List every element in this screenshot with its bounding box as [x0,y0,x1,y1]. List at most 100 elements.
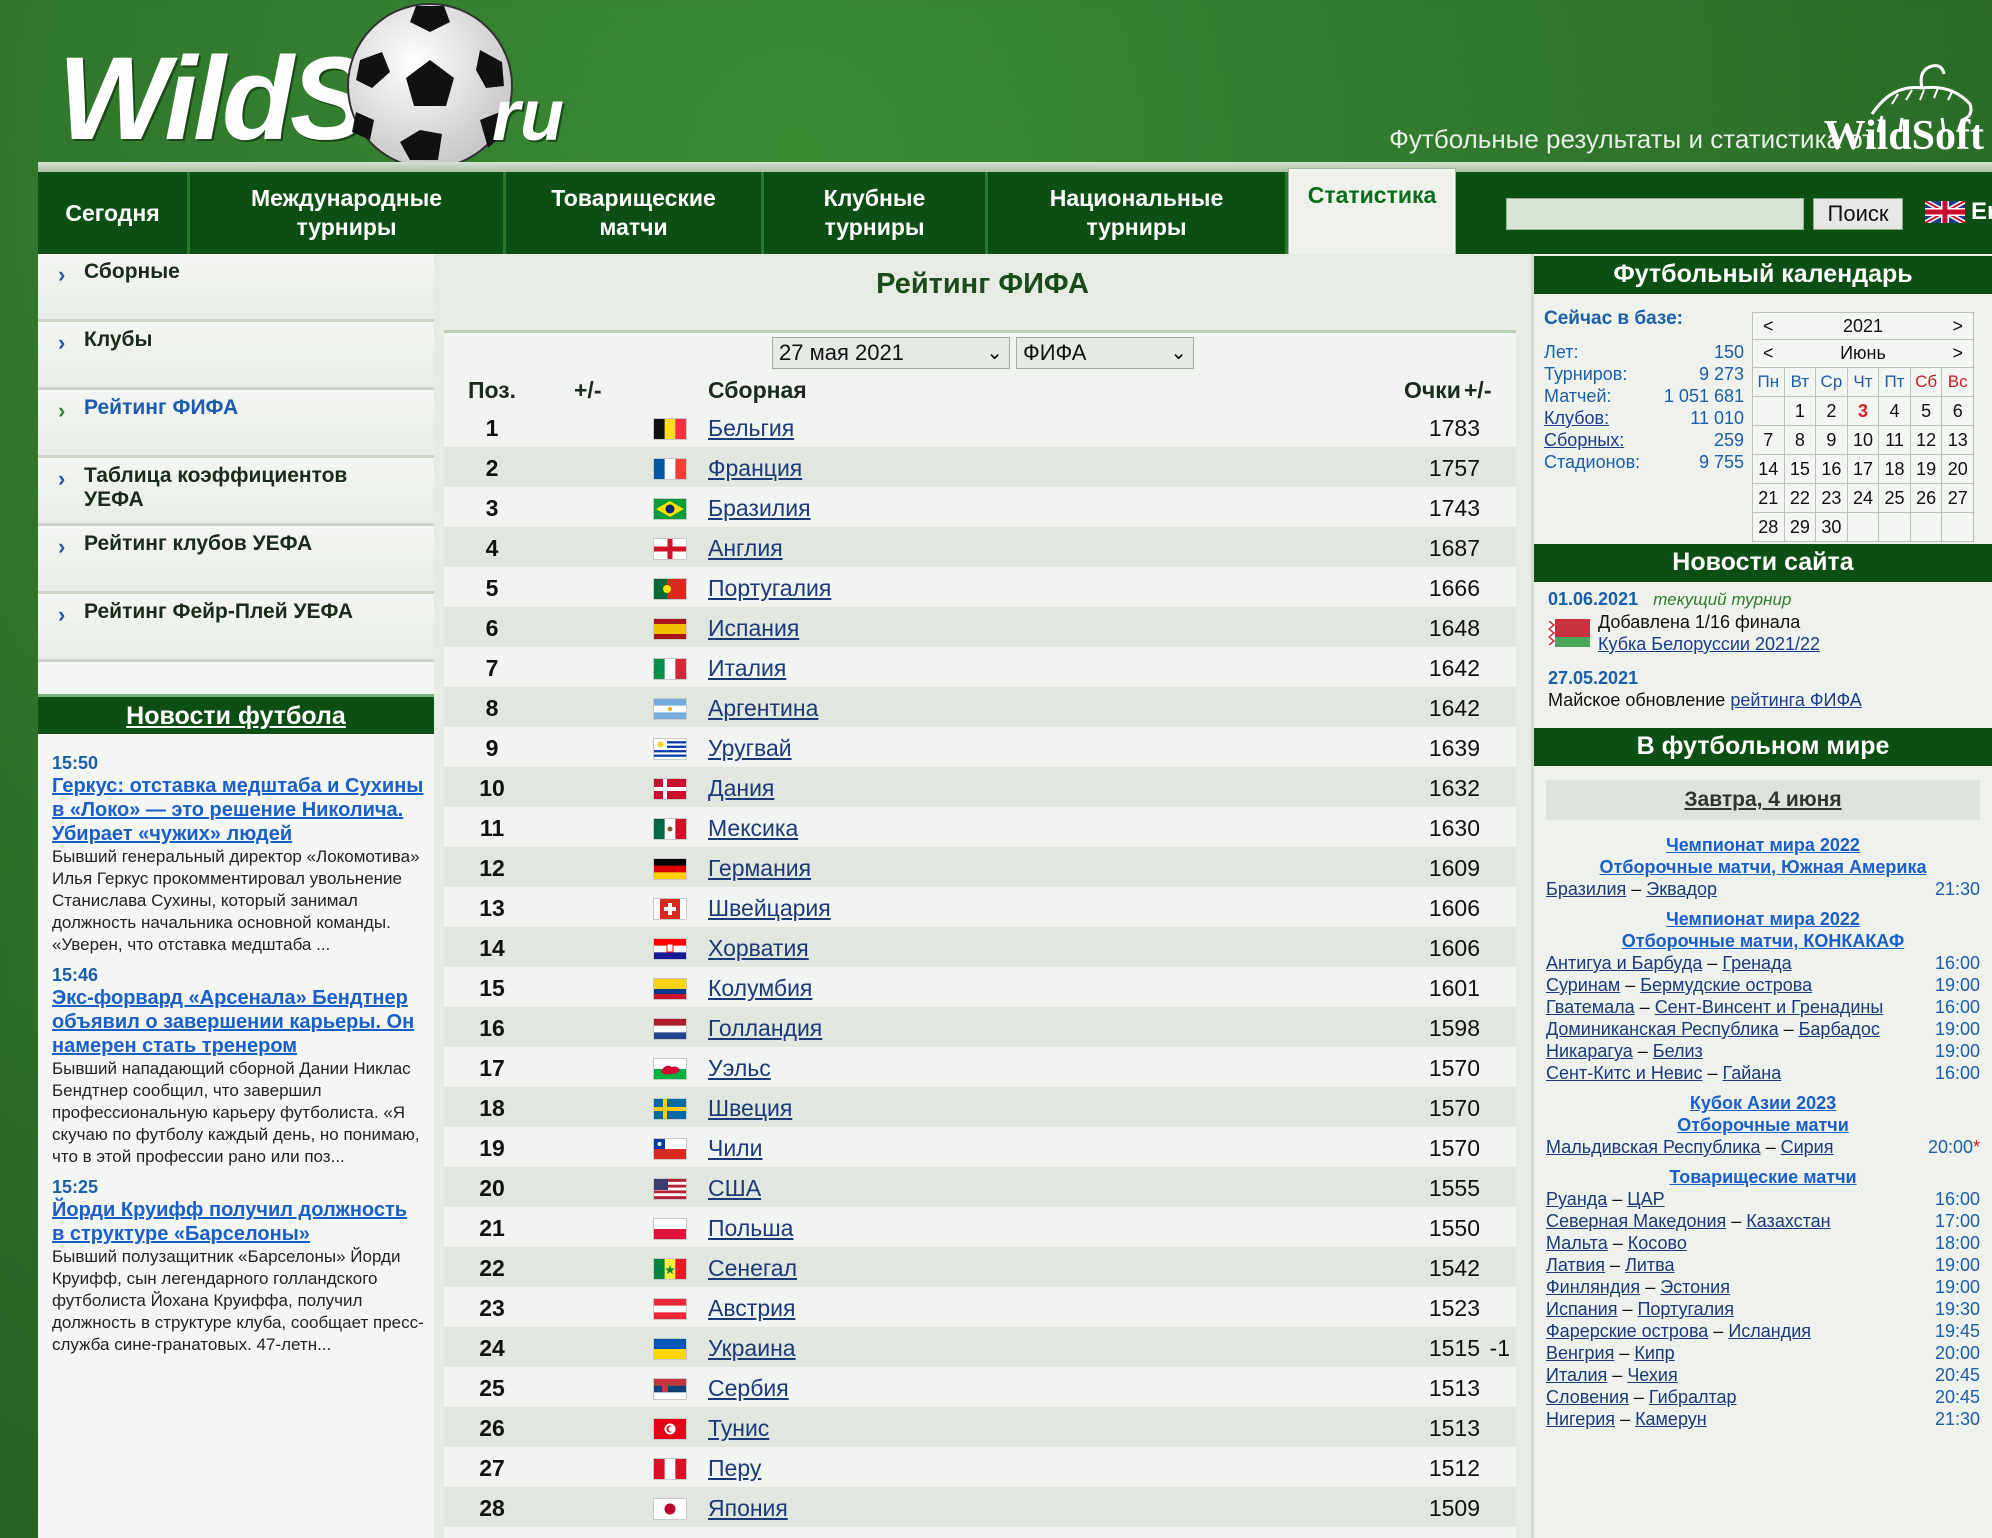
calendar-year[interactable]: 2021 [1843,316,1883,336]
calendar-day[interactable]: 24 [1847,484,1880,513]
calendar-day[interactable]: 4 [1879,397,1911,426]
team-link[interactable]: Уругвай [708,735,792,762]
calendar-day[interactable]: 10 [1847,426,1880,455]
away-team-link[interactable]: Гибралтар [1649,1387,1737,1407]
news-title-link[interactable]: Йорди Круифф получил должность в структу… [52,1198,424,1246]
tournament-link[interactable]: Отборочные матчи, Южная Америка [1600,857,1927,877]
team-link[interactable]: Франция [708,455,802,482]
away-team-link[interactable]: Барбадос [1799,1019,1880,1039]
away-team-link[interactable]: Исландия [1728,1321,1811,1341]
team-link[interactable]: Мексика [708,815,798,842]
team-link[interactable]: Англия [708,535,783,562]
calendar-day[interactable]: 15 [1784,455,1817,484]
home-team-link[interactable]: Венгрия [1546,1343,1614,1363]
news-title-link[interactable]: Геркус: отставка медштаба и Сухины в «Ло… [52,774,424,846]
left-nav-item[interactable]: › Клубы [38,322,434,390]
away-team-link[interactable]: Сирия [1781,1137,1834,1157]
away-team-link[interactable]: Эквадор [1646,879,1717,899]
team-link[interactable]: Германия [708,855,811,882]
team-link[interactable]: Тунис [708,1415,769,1442]
calendar-day[interactable]: 18 [1879,455,1911,484]
left-nav-item[interactable]: › Сборные [38,254,434,322]
home-team-link[interactable]: Бразилия [1546,879,1626,899]
calendar-day[interactable]: 11 [1879,426,1911,455]
home-team-link[interactable]: Финляндия [1546,1277,1640,1297]
calendar-day[interactable]: 8 [1784,426,1817,455]
home-team-link[interactable]: Испания [1546,1299,1617,1319]
tournament-link[interactable]: Чемпионат мира 2022 [1666,909,1860,929]
away-team-link[interactable]: Косово [1628,1233,1687,1253]
search-input[interactable] [1506,198,1804,230]
calendar-day[interactable]: 2 [1816,397,1848,426]
calendar-day[interactable]: 27 [1942,484,1974,513]
away-team-link[interactable]: ЦАР [1627,1189,1664,1209]
calendar-day[interactable]: 5 [1910,397,1943,426]
team-link[interactable]: Польша [708,1215,793,1242]
nav-item-national[interactable]: Национальные турниры [988,172,1288,254]
calendar-day[interactable]: 6 [1942,397,1974,426]
away-team-link[interactable]: Гренада [1722,953,1791,973]
day-link[interactable]: Завтра, 4 июня [1684,788,1841,811]
away-team-link[interactable]: Литва [1625,1255,1674,1275]
news-title-link[interactable]: Экс-форвард «Арсенала» Бендтнер объявил … [52,986,424,1058]
organization-select[interactable]: ФИФА ⌄ [1016,337,1194,369]
team-link[interactable]: Украина [708,1335,796,1362]
team-link[interactable]: Уэльс [708,1055,771,1082]
home-team-link[interactable]: Гватемала [1546,997,1635,1017]
news-link[interactable]: Кубка Белоруссии 2021/22 [1598,634,1820,654]
news-link[interactable]: рейтинга ФИФА [1730,690,1861,710]
away-team-link[interactable]: Камерун [1635,1409,1707,1429]
away-team-link[interactable]: Португалия [1637,1299,1734,1319]
stat-label[interactable]: Сборных: [1544,430,1624,450]
left-nav-item[interactable]: › Рейтинг клубов УЕФА [38,526,434,594]
language-switch[interactable]: En [1925,198,1992,226]
away-team-link[interactable]: Эстония [1660,1277,1730,1297]
home-team-link[interactable]: Северная Македония [1546,1211,1726,1231]
calendar-day[interactable]: 29 [1784,513,1817,542]
team-link[interactable]: Чили [708,1135,762,1162]
team-link[interactable]: Швейцария [708,895,831,922]
calendar-day[interactable]: 9 [1816,426,1848,455]
team-link[interactable]: Бельгия [708,415,794,442]
home-team-link[interactable]: Суринам [1546,975,1620,995]
nav-item-club[interactable]: Клубные турниры [764,172,988,254]
next-month-button[interactable]: > [1952,340,1963,366]
team-link[interactable]: Сенегал [708,1255,797,1282]
home-team-link[interactable]: Мальдивская Республика [1546,1137,1761,1157]
nav-item-statistics[interactable]: Статистика [1288,168,1456,258]
tournament-link[interactable]: Кубок Азии 2023 [1690,1093,1836,1113]
left-nav-item[interactable]: › Рейтинг ФИФА [38,390,434,458]
team-link[interactable]: Италия [708,655,786,682]
home-team-link[interactable]: Сент-Китс и Невис [1546,1063,1702,1083]
team-link[interactable]: Испания [708,615,799,642]
home-team-link[interactable]: Доминиканская Республика [1546,1019,1779,1039]
team-link[interactable]: Швеция [708,1095,792,1122]
calendar-month[interactable]: Июнь [1840,343,1886,363]
nav-item-friendlies[interactable]: Товарищеские матчи [506,172,764,254]
calendar-day[interactable]: 22 [1784,484,1817,513]
date-select[interactable]: 27 мая 2021 ⌄ [772,337,1010,369]
tournament-link[interactable]: Отборочные матчи [1677,1115,1849,1135]
calendar-day[interactable]: 12 [1910,426,1943,455]
team-link[interactable]: Хорватия [708,935,809,962]
team-link[interactable]: Бразилия [708,495,811,522]
calendar-day[interactable]: 21 [1753,484,1785,513]
calendar-day[interactable]: 17 [1847,455,1880,484]
team-link[interactable]: Аргентина [708,695,818,722]
calendar-day[interactable]: 28 [1753,513,1785,542]
home-team-link[interactable]: Фарерские острова [1546,1321,1708,1341]
nav-item-international[interactable]: Международные турниры [190,172,506,254]
tournament-link[interactable]: Отборочные матчи, КОНКАКАФ [1622,931,1904,951]
away-team-link[interactable]: Кипр [1634,1343,1674,1363]
home-team-link[interactable]: Антигуа и Барбуда [1546,953,1702,973]
home-team-link[interactable]: Никарагуа [1546,1041,1633,1061]
away-team-link[interactable]: Бермудские острова [1640,975,1812,995]
calendar-day[interactable]: 1 [1784,397,1817,426]
team-link[interactable]: Португалия [708,575,831,602]
home-team-link[interactable]: Латвия [1546,1255,1605,1275]
stat-label[interactable]: Клубов: [1544,408,1609,428]
calendar-day[interactable]: 30 [1816,513,1848,542]
calendar-day[interactable]: 20 [1942,455,1974,484]
prev-month-button[interactable]: < [1763,340,1774,366]
calendar-day[interactable]: 7 [1753,426,1785,455]
